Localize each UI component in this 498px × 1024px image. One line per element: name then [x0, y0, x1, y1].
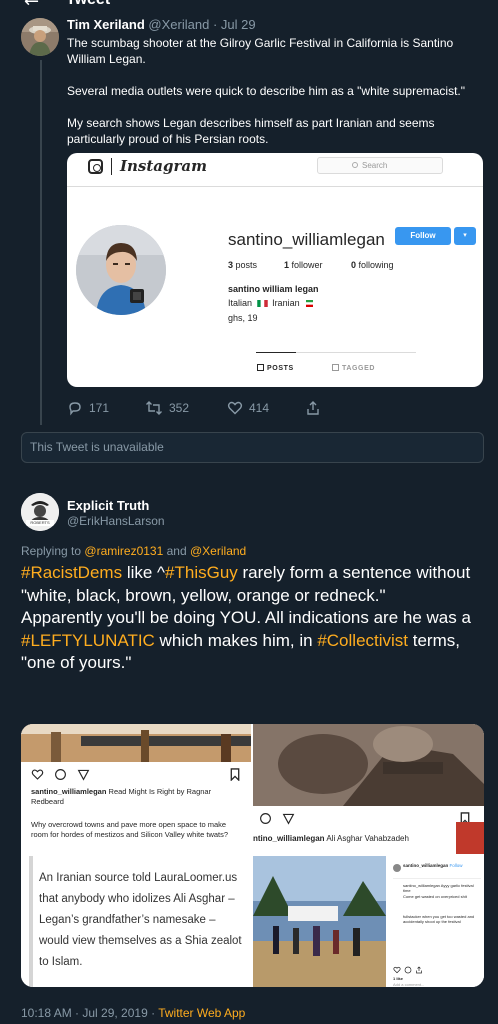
- heart-icon: [31, 769, 44, 780]
- reply-icon: [69, 402, 81, 416]
- instagram-screenshot[interactable]: Instagram Search santino_williamlegan Fo…: [67, 153, 483, 387]
- instagram-tab-posts: POSTS: [257, 364, 294, 372]
- back-arrow-icon[interactable]: ←: [24, 0, 39, 10]
- tweet2-avatar[interactable]: ROBERTS: [21, 493, 59, 531]
- instagram-profile-photo: [76, 225, 166, 315]
- heart-icon: [393, 966, 401, 974]
- grid-image-3[interactable]: An Iranian source told LauraLoomer.us th…: [21, 856, 251, 987]
- tweet2-author-name[interactable]: Explicit Truth: [67, 498, 149, 513]
- hashtag-link[interactable]: #Collectivist: [317, 631, 408, 650]
- tweet1-paragraph-2: Several media outlets were quick to desc…: [67, 84, 466, 98]
- cell4-actions: [393, 966, 423, 974]
- cell2-caption: ntino_williamlegan Ali Asghar Vahabzadeh: [253, 834, 409, 843]
- instagram-search-input: Search: [317, 157, 443, 174]
- replying-user-link[interactable]: @Xeriland: [190, 544, 246, 558]
- instagram-wordmark: Instagram: [120, 157, 207, 175]
- cell1-caption: santino_williamlegan Read Might Is Right…: [31, 787, 212, 806]
- tweet1-paragraph-1: The scumbag shooter at the Gilroy Garlic…: [67, 36, 454, 66]
- grid-image-4[interactable]: santino_williamlegan Follow santino_will…: [253, 856, 484, 987]
- unavailable-tweet-notice: This Tweet is unavailable: [21, 432, 484, 463]
- replying-user-link[interactable]: @ramirez0131: [84, 544, 163, 558]
- tag-icon: [332, 364, 339, 371]
- tweet2-timestamp: 10:18 AM · Jul 29, 2019 · Twitter Web Ap…: [21, 1006, 246, 1020]
- tweet2-avatar-caption: ROBERTS: [30, 520, 50, 525]
- hashtag-link[interactable]: #LEFTYLUNATIC: [21, 631, 155, 650]
- tweet2-text: #RacistDems like ^#ThisGuy rarely form a…: [21, 563, 471, 672]
- send-icon: [282, 813, 295, 825]
- tweet1-author-name[interactable]: Tim Xeriland: [67, 17, 145, 32]
- bookmark-icon: [230, 768, 240, 781]
- cell1-comment: Why overcrowd towns and pave more open s…: [31, 820, 229, 839]
- instagram-username: santino_williamlegan: [228, 230, 385, 249]
- instagram-full-name: santino william legan: [228, 284, 319, 294]
- cell2-actions: [259, 812, 295, 825]
- heart-icon: [227, 401, 243, 415]
- tweet1-handle[interactable]: @Xeriland: [148, 17, 209, 32]
- grid-image-2[interactable]: ntino_williamlegan Ali Asghar Vahabzadeh: [253, 724, 484, 854]
- tweet1-date[interactable]: Jul 29: [221, 17, 256, 32]
- hashtag-link[interactable]: #ThisGuy: [165, 563, 238, 582]
- comment-icon: [260, 813, 271, 824]
- instagram-bio-line-2: ghs, 19: [228, 313, 258, 323]
- page-title: Tweet: [66, 0, 110, 9]
- instagram-followers-count: 1 follower: [284, 260, 323, 270]
- italy-flag-icon: [256, 300, 268, 307]
- instagram-tab-tagged: TAGGED: [332, 364, 375, 372]
- instagram-camera-icon: [88, 159, 103, 174]
- instagram-following-count: 0 following: [351, 260, 394, 270]
- comment-icon: [404, 966, 412, 974]
- reply-button[interactable]: 171: [67, 400, 109, 416]
- share-icon: [307, 401, 319, 415]
- tweet1-paragraph-3: My search shows Legan describes himself …: [67, 116, 435, 146]
- grid-image-1[interactable]: santino_williamlegan Read Might Is Right…: [21, 724, 251, 854]
- instagram-dropdown-button: ▾: [454, 227, 476, 245]
- share-button[interactable]: [305, 400, 321, 416]
- tweet2-image-grid[interactable]: santino_williamlegan Read Might Is Right…: [21, 724, 484, 987]
- replying-to: Replying to @ramirez0131 and @Xeriland: [21, 544, 247, 558]
- instagram-follow-button: Follow: [395, 227, 451, 245]
- retweet-button[interactable]: 352: [145, 400, 189, 416]
- grid-icon: [257, 364, 264, 371]
- thread-line: [40, 60, 42, 425]
- tweet1-header: Tim Xeriland @Xeriland · Jul 29: [67, 17, 256, 32]
- instagram-top-bar: Instagram Search: [67, 153, 483, 187]
- cell1-actions: [31, 768, 90, 781]
- instagram-bio-line-1: Italian Iranian: [228, 298, 317, 308]
- hashtag-link[interactable]: #RacistDems: [21, 563, 122, 582]
- send-icon: [77, 769, 90, 781]
- iran-flag-icon: [306, 300, 314, 307]
- like-button[interactable]: 414: [227, 400, 269, 416]
- comment-icon: [55, 769, 66, 780]
- cell3-quote: An Iranian source told LauraLoomer.us th…: [39, 872, 242, 968]
- top-bar: ← Tweet: [0, 0, 498, 10]
- tweet1-avatar[interactable]: [21, 18, 59, 56]
- share-icon: [416, 966, 422, 974]
- retweet-icon: [146, 401, 162, 415]
- source-app-link[interactable]: Twitter Web App: [158, 1006, 245, 1020]
- cell4-post: santino_williamlegan Follow santino_will…: [389, 856, 484, 987]
- tweet2-handle[interactable]: @ErikHansLarson: [67, 514, 165, 528]
- search-icon: [352, 162, 358, 168]
- instagram-posts-count: 3 posts: [228, 260, 258, 270]
- avatar: [393, 864, 401, 872]
